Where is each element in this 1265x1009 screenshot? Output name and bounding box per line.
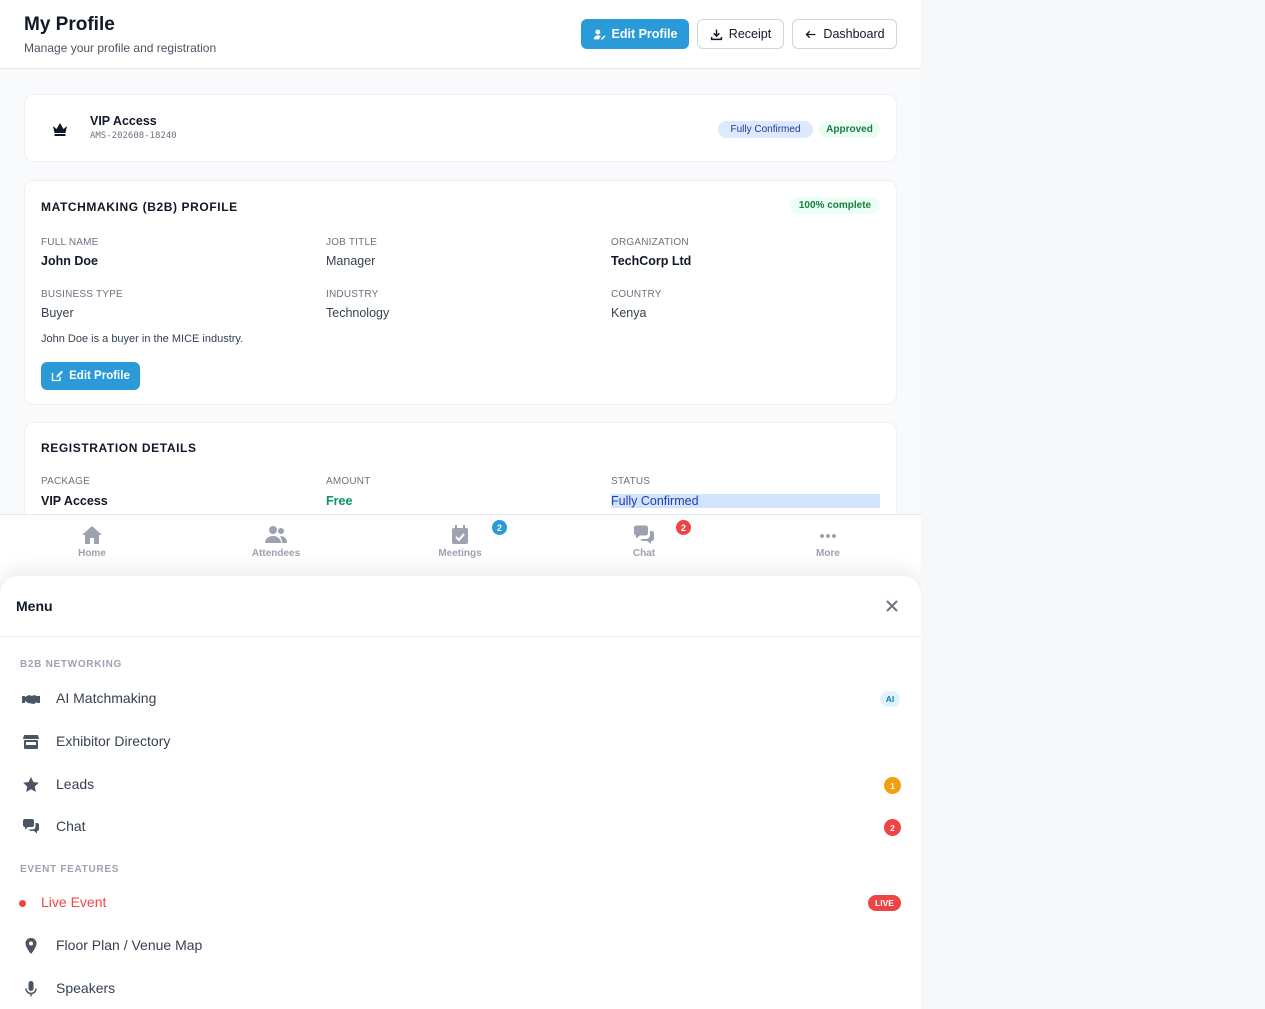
chat-icon [634, 525, 654, 544]
ticket-code: AMS-202608-18240 [90, 131, 177, 141]
arrow-left-icon [805, 30, 816, 38]
menu-item-speakers[interactable]: Speakers [0, 969, 921, 1009]
nav-label: Meetings [438, 548, 482, 559]
chat-badge: 2 [676, 520, 691, 535]
handshake-icon [22, 695, 40, 704]
nav-label: Attendees [251, 548, 301, 559]
confirmation-badge: Fully Confirmed [718, 121, 813, 138]
page-header: My Profile Manage your profile and regis… [0, 0, 921, 69]
close-icon[interactable] [885, 599, 899, 613]
edit-b2b-label: Edit Profile [69, 370, 130, 382]
field-value-amount: Free [326, 494, 353, 508]
edit-profile-label: Edit Profile [611, 27, 678, 41]
chat-icon [23, 819, 39, 834]
ai-badge: AI [880, 691, 900, 707]
menu-item-leads[interactable]: Leads 1 [0, 765, 921, 805]
nav-item-attendees[interactable]: Attendees [236, 525, 316, 559]
menu-item-label: Floor Plan / Venue Map [56, 937, 203, 953]
live-dot-icon [19, 900, 26, 907]
field-value-country: Kenya [611, 306, 647, 320]
field-label: PACKAGE [41, 476, 91, 487]
map-pin-icon [25, 938, 37, 954]
field-label: JOB TITLE [326, 237, 378, 248]
nav-item-chat[interactable]: Chat 2 [604, 520, 691, 559]
menu-item-label: AI Matchmaking [56, 690, 157, 706]
field-label: ORGANIZATION [611, 237, 689, 248]
field-label: STATUS [611, 476, 651, 487]
edit-profile-button[interactable]: Edit Profile [581, 19, 689, 49]
menu-item-label: Exhibitor Directory [56, 733, 171, 749]
nav-label: Chat [632, 548, 656, 559]
star-icon [23, 777, 39, 792]
chat-badge: 2 [884, 819, 901, 836]
b2b-profile-card: MATCHMAKING (B2B) PROFILE 100% complete … [24, 180, 897, 405]
more-icon [820, 534, 836, 538]
edit-b2b-profile-button[interactable]: Edit Profile [41, 362, 140, 390]
menu-item-chat[interactable]: Chat 2 [0, 807, 921, 847]
download-icon [710, 29, 722, 40]
meetings-badge: 2 [492, 520, 507, 535]
field-value-industry: Technology [326, 306, 390, 320]
menu-title: Menu [16, 598, 53, 614]
menu-item-label: Speakers [56, 980, 116, 996]
page-title: My Profile [24, 14, 115, 35]
menu-item-floor-plan[interactable]: Floor Plan / Venue Map [0, 926, 921, 966]
field-label: AMOUNT [326, 476, 371, 487]
field-label: COUNTRY [611, 289, 662, 300]
ticket-name: VIP Access [90, 114, 157, 128]
menu-item-exhibitor-directory[interactable]: Exhibitor Directory [0, 722, 921, 762]
bottom-nav: Home Attendees Meetings 2 Chat 2 More [0, 514, 921, 582]
b2b-section-title: MATCHMAKING (B2B) PROFILE [41, 200, 238, 214]
menu-item-label: Leads [56, 776, 95, 792]
field-value-business-type: Buyer [41, 306, 74, 320]
dashboard-button[interactable]: Dashboard [792, 19, 897, 49]
receipt-button[interactable]: Receipt [697, 19, 784, 49]
menu-item-label: Live Event [41, 894, 107, 910]
menu-item-live-event[interactable]: Live Event LIVE [0, 883, 921, 923]
microphone-icon [25, 981, 37, 997]
field-value-job-title: Manager [326, 254, 376, 268]
profile-bio: John Doe is a buyer in the MICE industry… [41, 333, 244, 345]
menu-section-title: B2B NETWORKING [20, 659, 123, 670]
user-edit-icon [593, 29, 605, 40]
store-icon [23, 735, 39, 749]
nav-item-more[interactable]: More [788, 525, 868, 559]
menu-sheet: Menu B2B NETWORKING AI Matchmaking AI Ex… [0, 576, 921, 1009]
field-label: FULL NAME [41, 237, 99, 248]
field-value-status: Fully Confirmed [611, 494, 880, 508]
users-icon [265, 526, 287, 543]
field-value-package: VIP Access [41, 494, 108, 508]
app-window: My Profile Manage your profile and regis… [0, 0, 921, 1009]
field-value-full-name: John Doe [41, 254, 98, 268]
page-subtitle: Manage your profile and registration [24, 41, 217, 55]
menu-header: Menu [0, 576, 921, 637]
nav-item-home[interactable]: Home [52, 525, 132, 559]
nav-label: More [816, 548, 840, 559]
field-label: INDUSTRY [326, 289, 379, 300]
receipt-label: Receipt [728, 27, 772, 41]
completion-badge: 100% complete [790, 197, 880, 214]
field-label: BUSINESS TYPE [41, 289, 123, 300]
registration-section-title: REGISTRATION DETAILS [41, 441, 197, 455]
empty-background-area [921, 0, 1265, 1009]
live-badge: LIVE [868, 895, 901, 911]
menu-item-label: Chat [56, 818, 86, 834]
calendar-icon [452, 525, 468, 544]
menu-section-title: EVENT FEATURES [20, 864, 120, 875]
menu-item-ai-matchmaking[interactable]: AI Matchmaking AI [0, 679, 921, 719]
nav-item-meetings[interactable]: Meetings 2 [420, 520, 507, 559]
leads-badge: 1 [884, 777, 901, 794]
crown-icon [53, 123, 67, 136]
nav-label: Home [78, 548, 106, 559]
field-value-organization: TechCorp Ltd [611, 254, 692, 268]
approval-badge: Approved [819, 121, 880, 138]
edit-icon [51, 370, 64, 382]
home-icon [82, 526, 102, 544]
ticket-card: VIP Access AMS-202608-18240 Fully Confir… [24, 94, 897, 162]
dashboard-label: Dashboard [823, 27, 885, 41]
